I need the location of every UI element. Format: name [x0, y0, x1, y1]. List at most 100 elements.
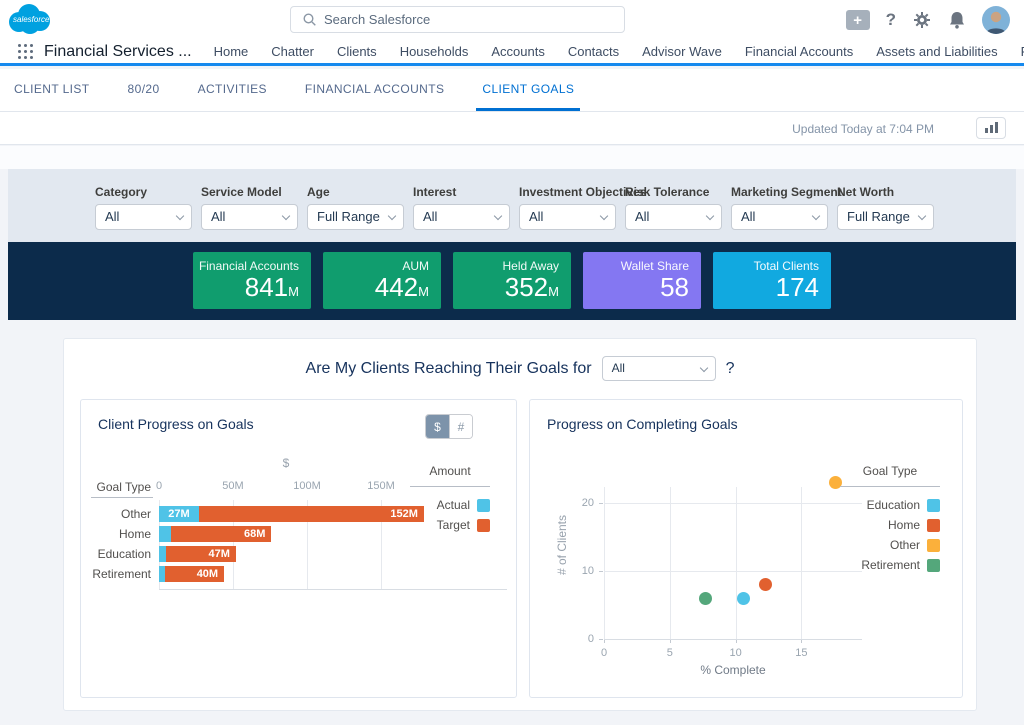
legend-item-target[interactable]: Target	[410, 515, 490, 535]
kpi-suffix: M	[418, 284, 429, 299]
legend-swatch	[927, 559, 940, 572]
tab-client-goals[interactable]: CLIENT GOALS	[476, 69, 580, 111]
nav-tab-chatter[interactable]: Chatter	[271, 44, 314, 59]
chevron-down-icon	[388, 212, 396, 220]
bar-other-actual[interactable]: 27M	[159, 506, 199, 522]
filter-select-category[interactable]: All	[95, 204, 192, 230]
nav-tab-households[interactable]: Households	[400, 44, 469, 59]
x-tick: 100M	[287, 480, 327, 492]
gear-icon[interactable]	[912, 10, 932, 30]
tab-client-list[interactable]: CLIENT LIST	[8, 69, 96, 111]
help-icon[interactable]: ?	[886, 10, 896, 30]
filter-select-age[interactable]: Full Range	[307, 204, 404, 230]
filter-label: Investment Objectives	[519, 185, 616, 199]
bar-value-label: 40M	[165, 568, 224, 580]
kpi-card-wallet-share[interactable]: Wallet Share58	[583, 252, 701, 309]
x-tick: 0	[589, 647, 619, 659]
bar-chart-icon-button[interactable]	[976, 117, 1006, 139]
kpi-value: 442M	[323, 273, 429, 303]
quick-create-button[interactable]: +	[846, 10, 870, 30]
kpi-label: Financial Accounts	[193, 259, 299, 273]
nav-tab-contacts[interactable]: Contacts	[568, 44, 619, 59]
filter-select-interest[interactable]: All	[413, 204, 510, 230]
x-tick: 50M	[213, 480, 253, 492]
kpi-label: Wallet Share	[583, 259, 689, 273]
chart-title: Client Progress on Goals	[98, 416, 254, 432]
x-tick: 5	[655, 647, 685, 659]
category-label-education: Education	[81, 546, 151, 562]
bar-retirement-target[interactable]: 40M	[165, 566, 224, 582]
scatter-point-retirement[interactable]	[699, 592, 712, 605]
app-name: Financial Services ...	[44, 43, 192, 61]
filter-select-service-model[interactable]: All	[201, 204, 298, 230]
goal-type-legend: Goal Type EducationHomeOtherRetirement	[840, 464, 940, 575]
chevron-down-icon	[282, 212, 290, 220]
nav-tab-assets-and-liabilities[interactable]: Assets and Liabilities	[876, 44, 997, 59]
filter-label: Risk Tolerance	[625, 185, 722, 199]
nav-tab-home[interactable]: Home	[214, 44, 249, 59]
bar-education-actual[interactable]	[159, 546, 166, 562]
filter-label: Interest	[413, 185, 510, 199]
toggle--button[interactable]: #	[449, 415, 472, 438]
tick-mark	[599, 639, 603, 640]
nav-tab-advisor-wave[interactable]: Advisor Wave	[642, 44, 722, 59]
chevron-down-icon	[699, 364, 707, 372]
gridline	[801, 487, 802, 639]
filter-select-investment-objectives[interactable]: All	[519, 204, 616, 230]
bar-value-label: 152M	[199, 508, 424, 520]
nav-tab-financial-accounts[interactable]: Financial Accounts	[745, 44, 853, 59]
x-tick: 15	[786, 647, 816, 659]
legend-swatch	[927, 499, 940, 512]
chevron-down-icon	[706, 212, 714, 220]
bar-home-actual[interactable]	[159, 526, 171, 542]
scatter-point-education[interactable]	[737, 592, 750, 605]
kpi-card-held-away[interactable]: Held Away352M	[453, 252, 571, 309]
nav-tab-clients[interactable]: Clients	[337, 44, 377, 59]
client-progress-chart: Client Progress on Goals $# $ Goal Type …	[80, 399, 517, 698]
avatar[interactable]	[982, 6, 1010, 34]
tab-financial-accounts[interactable]: FINANCIAL ACCOUNTS	[299, 69, 450, 111]
kpi-card-aum[interactable]: AUM442M	[323, 252, 441, 309]
gridline	[670, 487, 671, 639]
category-label-home: Home	[81, 526, 151, 542]
filter-select-net-worth[interactable]: Full Range	[837, 204, 934, 230]
bar-home-target[interactable]: 68M	[171, 526, 272, 542]
bar-other-target[interactable]: 152M	[199, 506, 424, 522]
bar-education-target[interactable]: 47M	[166, 546, 236, 562]
bar-row-other: 27M152M	[159, 506, 424, 522]
tab-80-20[interactable]: 80/20	[122, 69, 166, 111]
app-launcher-icon[interactable]	[18, 44, 34, 60]
legend-swatch	[927, 539, 940, 552]
legend-item-home[interactable]: Home	[840, 515, 940, 535]
legend-item-education[interactable]: Education	[840, 495, 940, 515]
search-input[interactable]	[324, 12, 616, 27]
filter-label: Age	[307, 185, 404, 199]
gridline	[604, 503, 862, 504]
legend-title: Amount	[410, 464, 490, 487]
legend-item-actual[interactable]: Actual	[410, 495, 490, 515]
goal-filter-select[interactable]: All	[602, 356, 716, 381]
filter-label: Net Worth	[837, 185, 934, 199]
category-label-other: Other	[81, 506, 151, 522]
scatter-point-home[interactable]	[759, 578, 772, 591]
kpi-card-total-clients[interactable]: Total Clients174	[713, 252, 831, 309]
filter-select-marketing-segment[interactable]: All	[731, 204, 828, 230]
filter-select-risk-tolerance[interactable]: All	[625, 204, 722, 230]
toggle--button[interactable]: $	[426, 415, 449, 438]
bar-row-home: 68M	[159, 526, 271, 542]
bar-row-retirement: 40M	[159, 566, 224, 582]
divider	[91, 497, 153, 498]
filter-label: Marketing Segment	[731, 185, 828, 199]
tick-mark	[599, 571, 603, 572]
legend-item-retirement[interactable]: Retirement	[840, 555, 940, 575]
nav-tab-accounts[interactable]: Accounts	[491, 44, 544, 59]
legend-item-other[interactable]: Other	[840, 535, 940, 555]
bell-icon[interactable]	[948, 10, 966, 30]
tab-activities[interactable]: ACTIVITIES	[192, 69, 273, 111]
kpi-card-financial-accounts[interactable]: Financial Accounts841M	[193, 252, 311, 309]
kpi-suffix: M	[288, 284, 299, 299]
salesforce-logo[interactable]: salesforce	[6, 2, 54, 41]
filter-label: Category	[95, 185, 192, 199]
kpi-label: AUM	[323, 259, 429, 273]
gridline	[604, 571, 862, 572]
